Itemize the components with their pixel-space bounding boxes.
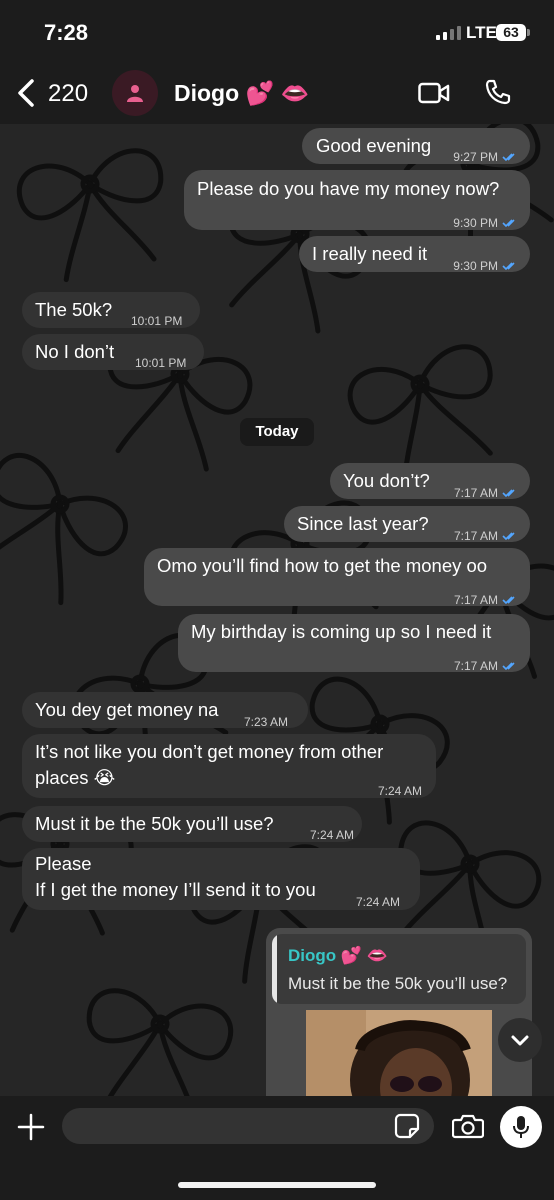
- message-meta: 7:17 AM: [454, 587, 518, 613]
- quote-bar: [272, 934, 277, 1004]
- photo-image: [306, 1010, 492, 1108]
- reply-message-bubble[interactable]: Diogo 💕 👄 Must it be the 50k you’ll use?: [266, 928, 532, 1108]
- message-time: 10:01 PM: [135, 356, 187, 370]
- quoted-sender-name: Diogo 💕 👄: [288, 946, 388, 965]
- back-button[interactable]: [14, 78, 38, 108]
- message-bubble-out[interactable]: My birthday is coming up so I need it 7:…: [178, 614, 530, 673]
- message-time: 7:24 AM: [377, 784, 422, 798]
- message-bubble-in[interactable]: No I don’t 10:01 PM: [22, 334, 204, 370]
- message-bubble-in[interactable]: Please If I get the money I’ll send it t…: [22, 848, 420, 910]
- message-text-line: If I get the money I’ll send it to you: [35, 879, 316, 900]
- voice-message-button[interactable]: [500, 1106, 542, 1148]
- message-bubble-out[interactable]: You don’t? 7:17 AM: [330, 463, 530, 500]
- home-indicator: [178, 1182, 376, 1188]
- message-text-line: It’s not like you don’t get money from o…: [35, 741, 384, 762]
- message-meta: 7:24 AM: [310, 822, 354, 848]
- video-call-button[interactable]: [418, 81, 450, 110]
- quoted-message[interactable]: Diogo 💕 👄 Must it be the 50k you’ll use?: [272, 934, 526, 1004]
- double-check-icon: [502, 219, 515, 228]
- message-time: 7:23 AM: [244, 715, 289, 729]
- message-meta: 7:17 AM: [454, 653, 518, 679]
- status-time: 7:28: [44, 20, 89, 45]
- message-meta: 7:24 AM: [378, 778, 422, 804]
- message-bubble-out[interactable]: Please do you have my money now? 9:30 PM: [184, 170, 530, 230]
- message-meta: 7:17 AM: [454, 480, 518, 506]
- message-text-line: Please: [35, 853, 92, 874]
- message-text: I really need it: [312, 243, 428, 264]
- message-time: 7:17 AM: [453, 529, 498, 543]
- message-time: 9:27 PM: [453, 150, 498, 164]
- message-time: 10:01 PM: [131, 314, 183, 328]
- message-text: You don’t?: [343, 470, 430, 491]
- message-bubble-in[interactable]: The 50k? 10:01 PM: [22, 292, 200, 328]
- sticker-icon: [394, 1113, 420, 1139]
- scroll-to-bottom-button[interactable]: [498, 1018, 542, 1062]
- message-text-line: places 😭: [35, 767, 116, 788]
- message-bubble-out[interactable]: Good evening 9:27 PM: [302, 128, 530, 164]
- double-check-icon: [502, 662, 515, 671]
- battery-icon: 63: [496, 24, 526, 41]
- double-check-icon: [502, 596, 515, 605]
- network-type: LTE: [466, 23, 497, 42]
- message-bubble-in[interactable]: Must it be the 50k you’ll use? 7:24 AM: [22, 806, 362, 842]
- message-meta: 10:01 PM: [131, 308, 182, 334]
- message-time: 9:30 PM: [453, 216, 498, 230]
- message-text: No I don’t: [35, 341, 115, 362]
- mic-icon: [513, 1116, 529, 1138]
- sticker-button[interactable]: [394, 1113, 420, 1144]
- attach-button[interactable]: [16, 1112, 46, 1147]
- chevron-down-icon: [511, 1035, 529, 1046]
- voice-call-button[interactable]: [484, 78, 512, 111]
- camera-button[interactable]: [451, 1113, 485, 1144]
- message-time: 7:24 AM: [310, 828, 355, 842]
- message-time: 9:30 PM: [453, 259, 498, 273]
- message-input[interactable]: [62, 1108, 434, 1144]
- double-check-icon: [502, 489, 515, 498]
- chat-header: 220 Diogo 💕 👄: [0, 66, 554, 124]
- message-bubble-in[interactable]: You dey get money na 7:23 AM: [22, 692, 308, 729]
- message-meta: 7:24 AM: [356, 889, 400, 915]
- message-text: Please do you have my money now?: [197, 178, 500, 199]
- plus-icon: [17, 1113, 45, 1141]
- message-time: 7:17 AM: [453, 486, 498, 500]
- video-call-icon: [418, 82, 450, 104]
- message-text: Good evening: [316, 135, 432, 156]
- message-text: My birthday is coming up so I need it: [191, 621, 492, 642]
- message-time: 7:17 AM: [453, 593, 498, 607]
- message-meta: 10:01 PM: [135, 350, 186, 376]
- double-check-icon: [502, 153, 515, 162]
- signal-icon: [436, 26, 461, 40]
- message-text: The 50k?: [35, 299, 113, 320]
- status-bar: 7:28 LTE 63: [0, 0, 554, 66]
- message-meta: 9:30 PM: [453, 253, 518, 279]
- message-meta: 9:27 PM: [453, 144, 518, 170]
- avatar[interactable]: [112, 70, 158, 116]
- message-time: 7:17 AM: [453, 659, 498, 673]
- photo-attachment[interactable]: [306, 1010, 492, 1108]
- message-bubble-out[interactable]: I really need it 9:30 PM: [299, 236, 530, 273]
- message-text: Must it be the 50k you’ll use?: [35, 813, 274, 834]
- back-chevron-icon: [18, 79, 34, 107]
- message-bubble-out[interactable]: Since last year? 7:17 AM: [284, 506, 530, 543]
- double-check-icon: [502, 262, 515, 271]
- message-time: 7:24 AM: [356, 895, 401, 909]
- message-bubble-in[interactable]: It’s not like you don’t get money from o…: [22, 734, 436, 798]
- camera-icon: [451, 1114, 485, 1139]
- message-meta: 7:17 AM: [454, 523, 518, 549]
- message-text: Since last year?: [297, 513, 429, 534]
- day-divider: Today: [240, 418, 314, 446]
- unread-count[interactable]: 220: [48, 80, 88, 108]
- battery-tip: [527, 29, 530, 36]
- message-bubble-out[interactable]: Omo you’ll find how to get the money oo …: [144, 548, 530, 607]
- phone-icon: [485, 79, 511, 105]
- person-icon: [127, 85, 143, 102]
- quoted-text: Must it be the 50k you’ll use?: [288, 974, 508, 993]
- double-check-icon: [502, 532, 515, 541]
- message-text: Omo you’ll find how to get the money oo: [157, 555, 488, 576]
- message-text: You dey get money na: [35, 699, 219, 720]
- message-meta: 9:30 PM: [453, 210, 518, 236]
- message-meta: 7:23 AM: [244, 709, 288, 735]
- contact-name[interactable]: Diogo 💕 👄: [174, 80, 309, 107]
